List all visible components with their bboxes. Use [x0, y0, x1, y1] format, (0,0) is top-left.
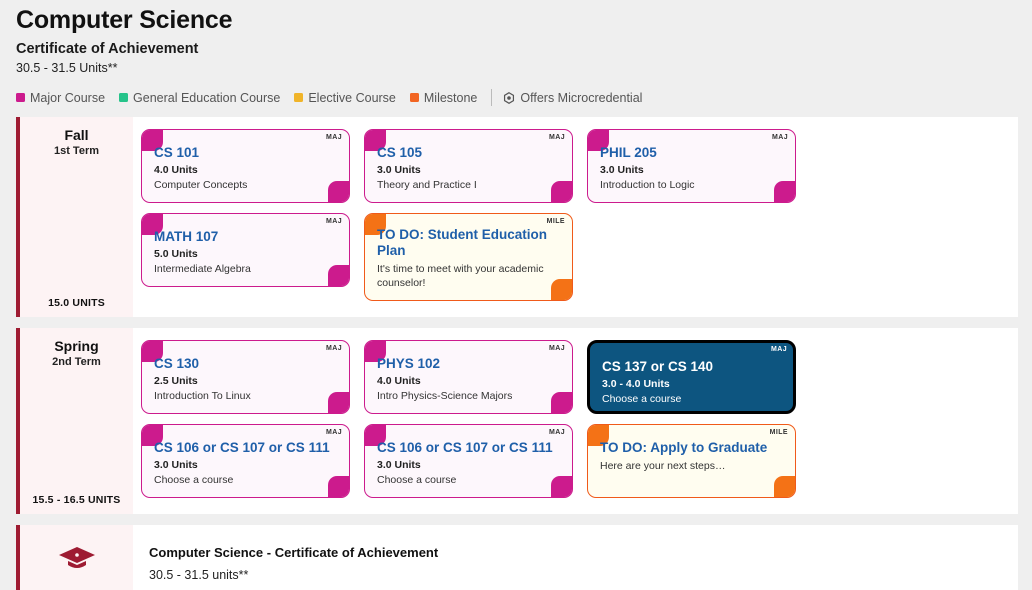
card-title: TO DO: Student Education Plan — [377, 227, 562, 259]
summary-icon-cell — [16, 525, 133, 590]
legend-item: General Education Course — [119, 91, 280, 105]
summary-units: 30.5 - 31.5 units** — [149, 567, 1018, 583]
card-units: 3.0 - 4.0 Units — [602, 378, 783, 392]
card-type-badge: MAJ — [771, 346, 787, 353]
term-name: Spring — [20, 338, 133, 354]
term-sidebar: Spring 2nd Term 15.5 - 16.5 UNITS — [16, 328, 133, 514]
milestone-card[interactable]: MILE TO DO: Apply to Graduate Here are you… — [587, 424, 796, 498]
card-units: 3.0 Units — [600, 164, 785, 178]
term-ordinal: 1st Term — [20, 145, 133, 157]
card-type-badge: MILE — [547, 218, 565, 225]
page-title: Computer Science — [16, 6, 1032, 35]
card-title: PHYS 102 — [377, 356, 562, 372]
card-type-badge: MILE — [770, 429, 788, 436]
course-card[interactable]: MAJ CS 105 3.0 UnitsTheory and Practice I — [364, 129, 573, 203]
summary-text: Computer Science - Certificate of Achiev… — [133, 525, 1018, 590]
card-units: 4.0 Units — [377, 375, 562, 389]
card-type-badge: MAJ — [326, 134, 342, 141]
legend-item-label: Milestone — [424, 91, 478, 105]
milestone-card[interactable]: MILE TO DO: Student Education Plan It's ti… — [364, 213, 573, 301]
term-sections: Fall 1st Term 15.0 UNITS MAJ CS 101 4.0 Units… — [0, 117, 1032, 514]
card-description: Choose a course — [602, 392, 783, 406]
summary-title: Computer Science - Certificate of Achiev… — [149, 545, 1018, 562]
summary-wrapper: Computer Science - Certificate of Achiev… — [0, 525, 1032, 590]
course-card[interactable]: MAJ CS 130 2.5 UnitsIntroduction To Linux — [141, 340, 350, 414]
legend-swatch-icon — [294, 93, 303, 102]
legend-item: Elective Course — [294, 91, 396, 105]
graduation-cap-icon — [57, 544, 97, 579]
legend: Major Course General Education Course Elec… — [16, 89, 1032, 106]
card-title: CS 105 — [377, 145, 562, 161]
course-card[interactable]: MAJ CS 101 4.0 UnitsComputer Concepts — [141, 129, 350, 203]
course-card[interactable]: MAJ PHIL 205 3.0 UnitsIntroduction to Logi… — [587, 129, 796, 203]
card-units: 4.0 Units — [154, 164, 339, 178]
card-type-badge: MAJ — [549, 134, 565, 141]
card-title: CS 106 or CS 107 or CS 111 — [154, 440, 339, 456]
card-title: PHIL 205 — [600, 145, 785, 161]
card-title: CS 130 — [154, 356, 339, 372]
course-card[interactable]: MAJ CS 106 or CS 107 or CS 111 3.0 UnitsCh… — [364, 424, 573, 498]
card-title: CS 101 — [154, 145, 339, 161]
card-description: Intro Physics-Science Majors — [377, 389, 562, 403]
card-units: 5.0 Units — [154, 248, 339, 262]
term-units-total: 15.5 - 16.5 UNITS — [20, 494, 133, 506]
course-card[interactable]: MAJ CS 137 or CS 140 3.0 - 4.0 UnitsChoose… — [587, 340, 796, 414]
legend-item-label: Major Course — [30, 91, 105, 105]
course-card[interactable]: MAJ CS 106 or CS 107 or CS 111 3.0 UnitsCh… — [141, 424, 350, 498]
term-units-total: 15.0 UNITS — [20, 297, 133, 309]
legend-item-label: Elective Course — [308, 91, 396, 105]
card-type-badge: MAJ — [326, 218, 342, 225]
term-sidebar: Fall 1st Term 15.0 UNITS — [16, 117, 133, 317]
card-description: Here are your next steps… — [600, 459, 785, 473]
card-type-badge: MAJ — [326, 429, 342, 436]
term-name: Fall — [20, 127, 133, 143]
program-header: Computer Science Certificate of Achievem… — [0, 0, 1032, 76]
term-course-grid: MAJCS 1302.5 UnitsIntroduction To LinuxM… — [133, 328, 1018, 514]
award-type: Certificate of Achievement — [16, 41, 1032, 58]
card-type-badge: MAJ — [326, 345, 342, 352]
term-section: Fall 1st Term 15.0 UNITS MAJ CS 101 4.0 Units… — [16, 117, 1018, 317]
card-description: Intermediate Algebra — [154, 262, 339, 276]
card-type-badge: MAJ — [549, 429, 565, 436]
card-units: 3.0 Units — [154, 459, 339, 473]
card-description: It's time to meet with your academic cou… — [377, 262, 562, 290]
legend-divider — [491, 89, 492, 106]
legend-swatch-icon — [410, 93, 419, 102]
card-description: Choose a course — [377, 473, 562, 487]
legend-swatch-icon — [119, 93, 128, 102]
card-description: Introduction to Logic — [600, 178, 785, 192]
card-units: 3.0 Units — [377, 459, 562, 473]
term-section: Spring 2nd Term 15.5 - 16.5 UNITS MAJ CS 130… — [16, 328, 1018, 514]
card-type-badge: MAJ — [772, 134, 788, 141]
card-title: TO DO: Apply to Graduate — [600, 440, 785, 456]
microcredential-hex-icon — [503, 92, 515, 104]
card-units: 3.0 Units — [377, 164, 562, 178]
card-units: 2.5 Units — [154, 375, 339, 389]
card-title: MATH 107 — [154, 229, 339, 245]
card-description: Introduction To Linux — [154, 389, 339, 403]
card-title: CS 106 or CS 107 or CS 111 — [377, 440, 562, 456]
legend-item: Milestone — [410, 91, 478, 105]
course-card[interactable]: MAJ PHYS 102 4.0 UnitsIntro Physics-Scienc… — [364, 340, 573, 414]
term-ordinal: 2nd Term — [20, 356, 133, 368]
legend-item: Major Course — [16, 91, 105, 105]
program-summary-row: Computer Science - Certificate of Achiev… — [16, 525, 1018, 590]
card-title: CS 137 or CS 140 — [602, 359, 783, 375]
legend-swatch-icon — [16, 93, 25, 102]
card-description: Theory and Practice I — [377, 178, 562, 192]
legend-item-label: Offers Microcredential — [520, 91, 642, 105]
term-course-grid: MAJ CS 101 4.0 UnitsComputer Concepts MAJ CS… — [133, 117, 1018, 317]
card-description: Choose a course — [154, 473, 339, 487]
legend-item-label: General Education Course — [133, 91, 280, 105]
card-description: Computer Concepts — [154, 178, 339, 192]
program-units: 30.5 - 31.5 Units** — [16, 61, 1032, 76]
card-type-badge: MAJ — [549, 345, 565, 352]
course-card[interactable]: MAJ MATH 107 5.0 UnitsIntermediate Algebra — [141, 213, 350, 287]
legend-item-microcredential: Offers Microcredential — [503, 91, 642, 105]
